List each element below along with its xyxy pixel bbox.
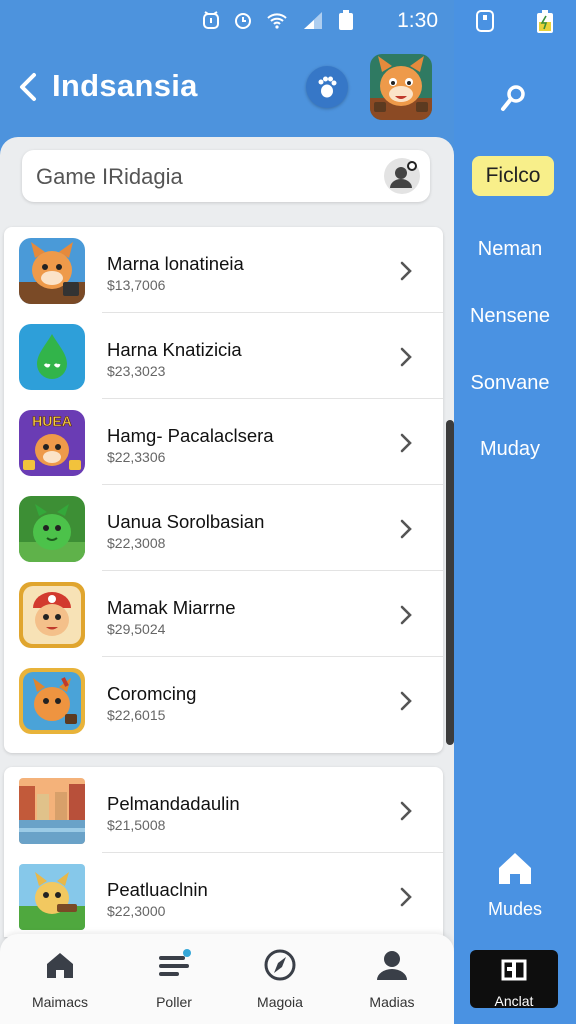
- app-list-card: Marna lonatineia $13,7006 Harna Knatizic…: [4, 227, 443, 753]
- chevron-right-icon: [400, 887, 412, 907]
- app-price: $29,5024: [107, 621, 166, 637]
- app-name: Hamg- Pacalaclsera: [107, 425, 274, 446]
- app-icon-badge: HUEA: [32, 413, 72, 429]
- app-icon-fox-warrior: [19, 238, 85, 304]
- app-name: Mamak Miarrne: [107, 597, 236, 618]
- side-action-label: Anclat: [494, 993, 534, 1009]
- page-title: Indsansia: [52, 68, 198, 103]
- list-item[interactable]: Coromcing $22,6015: [4, 657, 443, 743]
- side-item[interactable]: Sonvane: [454, 372, 566, 395]
- wifi-icon: [267, 13, 287, 29]
- nav-item-home[interactable]: Maimacs: [3, 948, 117, 1018]
- home-icon: [47, 953, 73, 978]
- nav-item-magoia[interactable]: Magoia: [223, 948, 337, 1018]
- status-bar: 1:30: [0, 0, 454, 40]
- app-name: Coromcing: [107, 683, 197, 704]
- app-name: Harna Knatizicia: [107, 339, 242, 360]
- paw-icon: [318, 76, 337, 98]
- status-time: 1:30: [397, 9, 438, 32]
- bottom-navigation: Maimacs Poller Magoia Madias: [0, 934, 454, 1024]
- side-item[interactable]: Nensene: [454, 305, 566, 328]
- side-home-label: Mudes: [487, 899, 543, 919]
- phone-status-icon: [476, 10, 494, 32]
- chevron-right-icon: [400, 519, 412, 539]
- app-name: Peatluaclnin: [107, 879, 208, 900]
- side-panel: Ficlco Neman Nensene Sonvane Muday Mudes…: [454, 0, 576, 1024]
- app-icon-green-drop: [19, 324, 85, 390]
- person-search-icon: [390, 161, 417, 188]
- main-panel: 1:30 Indsansia Game IRidagia Marna lonat…: [0, 0, 454, 1024]
- chevron-right-icon: [400, 691, 412, 711]
- back-arrow-icon[interactable]: [14, 70, 42, 104]
- list-item[interactable]: Harna Knatizicia $23,3023: [4, 313, 443, 399]
- chevron-right-icon: [400, 347, 412, 367]
- battery-icon: [339, 10, 353, 30]
- list-item[interactable]: Peatluaclnin $22,3000: [4, 853, 443, 939]
- app-icon-green-creature: [19, 496, 85, 562]
- side-item[interactable]: Neman: [454, 238, 566, 261]
- screen-icon: [501, 959, 527, 981]
- side-item[interactable]: Muday: [454, 438, 566, 461]
- search-bar[interactable]: Game IRidagia: [22, 150, 430, 202]
- scrollbar[interactable]: [446, 420, 454, 745]
- chevron-right-icon: [400, 801, 412, 821]
- app-icon-cap-character: [19, 582, 85, 648]
- content-area: Game IRidagia Marna lonatineia $13,7006 …: [0, 137, 454, 1024]
- menu-lines-icon: [159, 949, 191, 976]
- chevron-right-icon: [400, 605, 412, 625]
- side-item-active[interactable]: Ficlco: [472, 156, 554, 196]
- person-icon: [377, 951, 407, 980]
- nav-label: Magoia: [257, 994, 303, 1010]
- paw-button[interactable]: [306, 66, 348, 108]
- list-item[interactable]: Uanua Sorolbasian $22,3008: [4, 485, 443, 571]
- nav-label: Maimacs: [31, 994, 88, 1010]
- nav-label: Poller: [156, 994, 192, 1010]
- list-item[interactable]: Mamak Miarrne $29,5024: [4, 571, 443, 657]
- app-icon-huea-fox: HUEA: [19, 410, 85, 476]
- compass-icon: [264, 949, 296, 981]
- list-item[interactable]: Pelmandadaulin $21,5008: [4, 767, 443, 853]
- app-price: $13,7006: [107, 277, 166, 293]
- nav-item-poller[interactable]: Poller: [117, 948, 231, 1018]
- app-icon-city-canal: [19, 778, 85, 844]
- side-home-button[interactable]: Mudes: [474, 848, 556, 924]
- battery-charging-icon: [537, 10, 553, 33]
- side-action-button[interactable]: Anclat: [470, 950, 558, 1009]
- app-price: $22,3306: [107, 449, 166, 465]
- app-list-card-secondary: Pelmandadaulin $21,5008 Peatluaclnin $22…: [4, 767, 443, 937]
- app-price: $22,3000: [107, 903, 166, 919]
- app-icon-yellow-cat: [19, 864, 85, 930]
- app-icon-orange-cat: [19, 668, 85, 734]
- list-item[interactable]: Marna lonatineia $13,7006: [4, 227, 443, 313]
- chevron-right-icon: [400, 433, 412, 453]
- list-item[interactable]: HUEA Hamg- Pacalaclsera $22,3306: [4, 399, 443, 485]
- alarm-icon: [203, 11, 219, 29]
- app-header: Indsansia: [0, 50, 454, 126]
- app-price: $22,6015: [107, 707, 166, 723]
- home-icon: [499, 853, 531, 884]
- app-name: Marna lonatineia: [107, 253, 244, 274]
- avatar[interactable]: [370, 54, 432, 120]
- clock-icon: [235, 13, 251, 29]
- app-price: $23,3023: [107, 363, 166, 379]
- app-name: Pelmandadaulin: [107, 793, 240, 814]
- app-name: Uanua Sorolbasian: [107, 511, 265, 532]
- nav-item-madias[interactable]: Madias: [335, 948, 449, 1018]
- chevron-right-icon: [400, 261, 412, 281]
- search-text: Game IRidagia: [36, 164, 183, 189]
- app-price: $21,5008: [107, 817, 166, 833]
- nav-label: Madias: [369, 994, 415, 1010]
- search-icon[interactable]: [498, 82, 530, 114]
- voice-search-button[interactable]: [384, 158, 420, 194]
- signal-icon: [304, 12, 322, 29]
- app-price: $22,3008: [107, 535, 166, 551]
